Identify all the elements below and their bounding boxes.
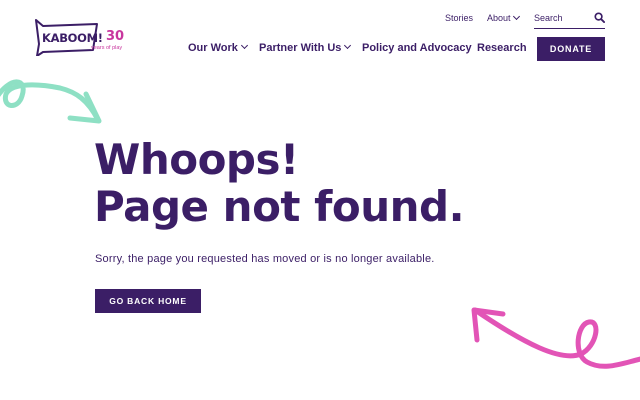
nav-item-our-work[interactable]: Our Work <box>188 41 248 54</box>
go-back-home-button[interactable]: GO BACK HOME <box>95 289 201 313</box>
nav-item-partner-with-us[interactable]: Partner With Us <box>259 41 352 54</box>
chevron-down-icon <box>344 41 352 50</box>
chevron-down-icon <box>240 41 248 50</box>
donate-button[interactable]: DONATE <box>537 37 605 61</box>
nav-item-research[interactable]: Research <box>477 42 527 54</box>
logo-anniversary: 30 <box>106 29 125 44</box>
nav-item-label: Our Work <box>188 42 238 54</box>
logo-tagline: years of play <box>91 45 123 51</box>
nav-item-label: Partner With Us <box>259 42 342 54</box>
utility-link-about-label: About <box>487 13 511 23</box>
kaboom-logo[interactable]: KABOOM! 30 years of play <box>33 18 133 58</box>
chevron-down-icon <box>512 12 520 21</box>
nav-item-policy-and-advocacy[interactable]: Policy and Advocacy <box>362 42 472 54</box>
search-input[interactable] <box>534 11 588 25</box>
decorative-arrow-right-icon <box>471 307 640 369</box>
utility-link-about[interactable]: About <box>487 12 520 23</box>
utility-link-stories[interactable]: Stories <box>445 13 473 23</box>
search-box <box>534 8 605 29</box>
logo-wordmark: KABOOM! <box>42 31 103 45</box>
search-icon[interactable] <box>594 12 605 23</box>
headline-line-1: Whoops! <box>94 135 299 184</box>
headline-line-2: Page not found. <box>94 182 465 231</box>
page-title: Whoops! Page not found. <box>94 135 465 231</box>
decorative-arrow-left-icon <box>0 79 102 124</box>
error-message: Sorry, the page you requested has moved … <box>95 253 435 265</box>
